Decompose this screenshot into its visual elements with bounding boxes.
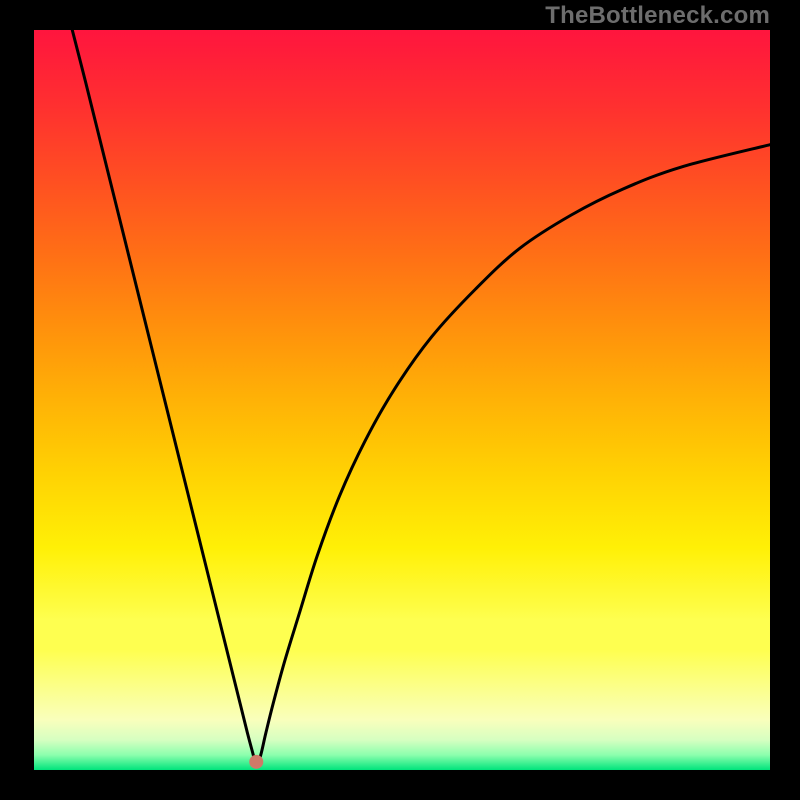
curve-layer	[0, 0, 800, 800]
watermark-text: TheBottleneck.com	[545, 2, 770, 30]
chart-frame: TheBottleneck.com	[0, 0, 800, 800]
optimal-point-marker	[249, 755, 263, 769]
bottleneck-curve	[72, 30, 770, 766]
